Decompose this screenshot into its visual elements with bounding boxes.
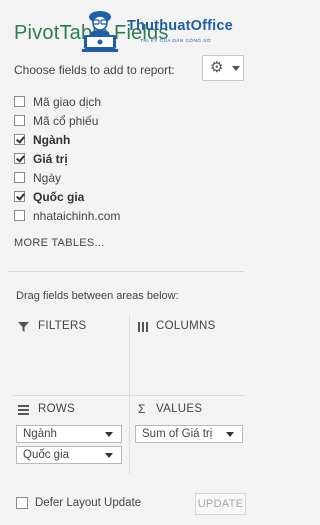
- field-checkbox[interactable]: [14, 153, 25, 164]
- rows-label: ROWS: [38, 403, 75, 415]
- watermark-logo: ThuthuatOffice TRI KỶ CỦA DÂN CÔNG SỞ: [80, 4, 255, 56]
- field-item[interactable]: nhataichinh.com: [14, 207, 120, 224]
- field-checkbox[interactable]: [14, 210, 25, 221]
- rows-field-label: Quốc gia: [23, 449, 70, 461]
- update-button[interactable]: UPDATE: [195, 493, 246, 515]
- drag-fields-label: Drag fields between areas below:: [16, 290, 179, 302]
- field-item[interactable]: Giá trị: [14, 150, 68, 167]
- chevron-down-icon: [232, 66, 240, 71]
- filter-icon: [18, 322, 29, 332]
- field-checkbox[interactable]: [14, 191, 25, 202]
- field-checkbox[interactable]: [14, 96, 25, 107]
- rows-field-quoc-gia[interactable]: Quốc gia: [16, 446, 122, 464]
- choose-fields-label: Choose fields to add to report:: [14, 63, 175, 77]
- values-field-label: Sum of Giá trị: [142, 428, 213, 440]
- field-label: Mã cổ phiếu: [33, 113, 99, 128]
- field-label: nhataichinh.com: [33, 208, 121, 223]
- more-tables-link[interactable]: MORE TABLES...: [14, 237, 105, 249]
- rows-field-label: Ngành: [23, 428, 57, 440]
- defer-label: Defer Layout Update: [35, 497, 142, 509]
- section-divider: [8, 271, 244, 272]
- area-horizontal-separator: [13, 395, 245, 396]
- filters-label: FILTERS: [38, 320, 87, 332]
- rows-field-nganh[interactable]: Ngành: [16, 425, 122, 443]
- field-checkbox[interactable]: [14, 172, 25, 183]
- field-checkbox[interactable]: [14, 115, 25, 126]
- values-label: VALUES: [156, 403, 203, 415]
- field-label: Ngày: [33, 170, 62, 185]
- field-item[interactable]: Mã cổ phiếu: [14, 112, 98, 129]
- field-item[interactable]: Ngày: [14, 169, 61, 186]
- field-checkbox[interactable]: [14, 134, 25, 145]
- tools-dropdown-button[interactable]: ⚙: [202, 55, 244, 81]
- columns-label: COLUMNS: [156, 320, 216, 332]
- field-item[interactable]: Ngành: [14, 131, 70, 148]
- sigma-icon: Σ: [138, 402, 146, 416]
- gear-icon: ⚙: [210, 59, 224, 76]
- field-label: Quốc gia: [33, 189, 85, 204]
- watermark-name: ThuthuatOffice: [127, 18, 233, 34]
- rows-icon: [18, 405, 29, 415]
- chevron-down-icon[interactable]: [226, 432, 234, 437]
- field-label: Mã giao dịch: [33, 94, 102, 109]
- field-item[interactable]: Quốc gia: [14, 188, 84, 205]
- field-label: Giá trị: [33, 151, 68, 166]
- defer-layout-update[interactable]: Defer Layout Update: [16, 497, 141, 509]
- columns-icon: [138, 322, 148, 332]
- values-field-sum-gia-tri[interactable]: Sum of Giá trị: [135, 425, 243, 443]
- chevron-down-icon[interactable]: [105, 432, 113, 437]
- chevron-down-icon[interactable]: [105, 453, 113, 458]
- field-list: Mã giao dịch Mã cổ phiếu Ngành Giá trị N…: [8, 89, 244, 261]
- field-label: Ngành: [33, 132, 71, 147]
- defer-checkbox[interactable]: [16, 497, 28, 509]
- field-item[interactable]: Mã giao dịch: [14, 93, 101, 110]
- watermark-tagline: TRI KỶ CỦA DÂN CÔNG SỞ: [140, 39, 212, 44]
